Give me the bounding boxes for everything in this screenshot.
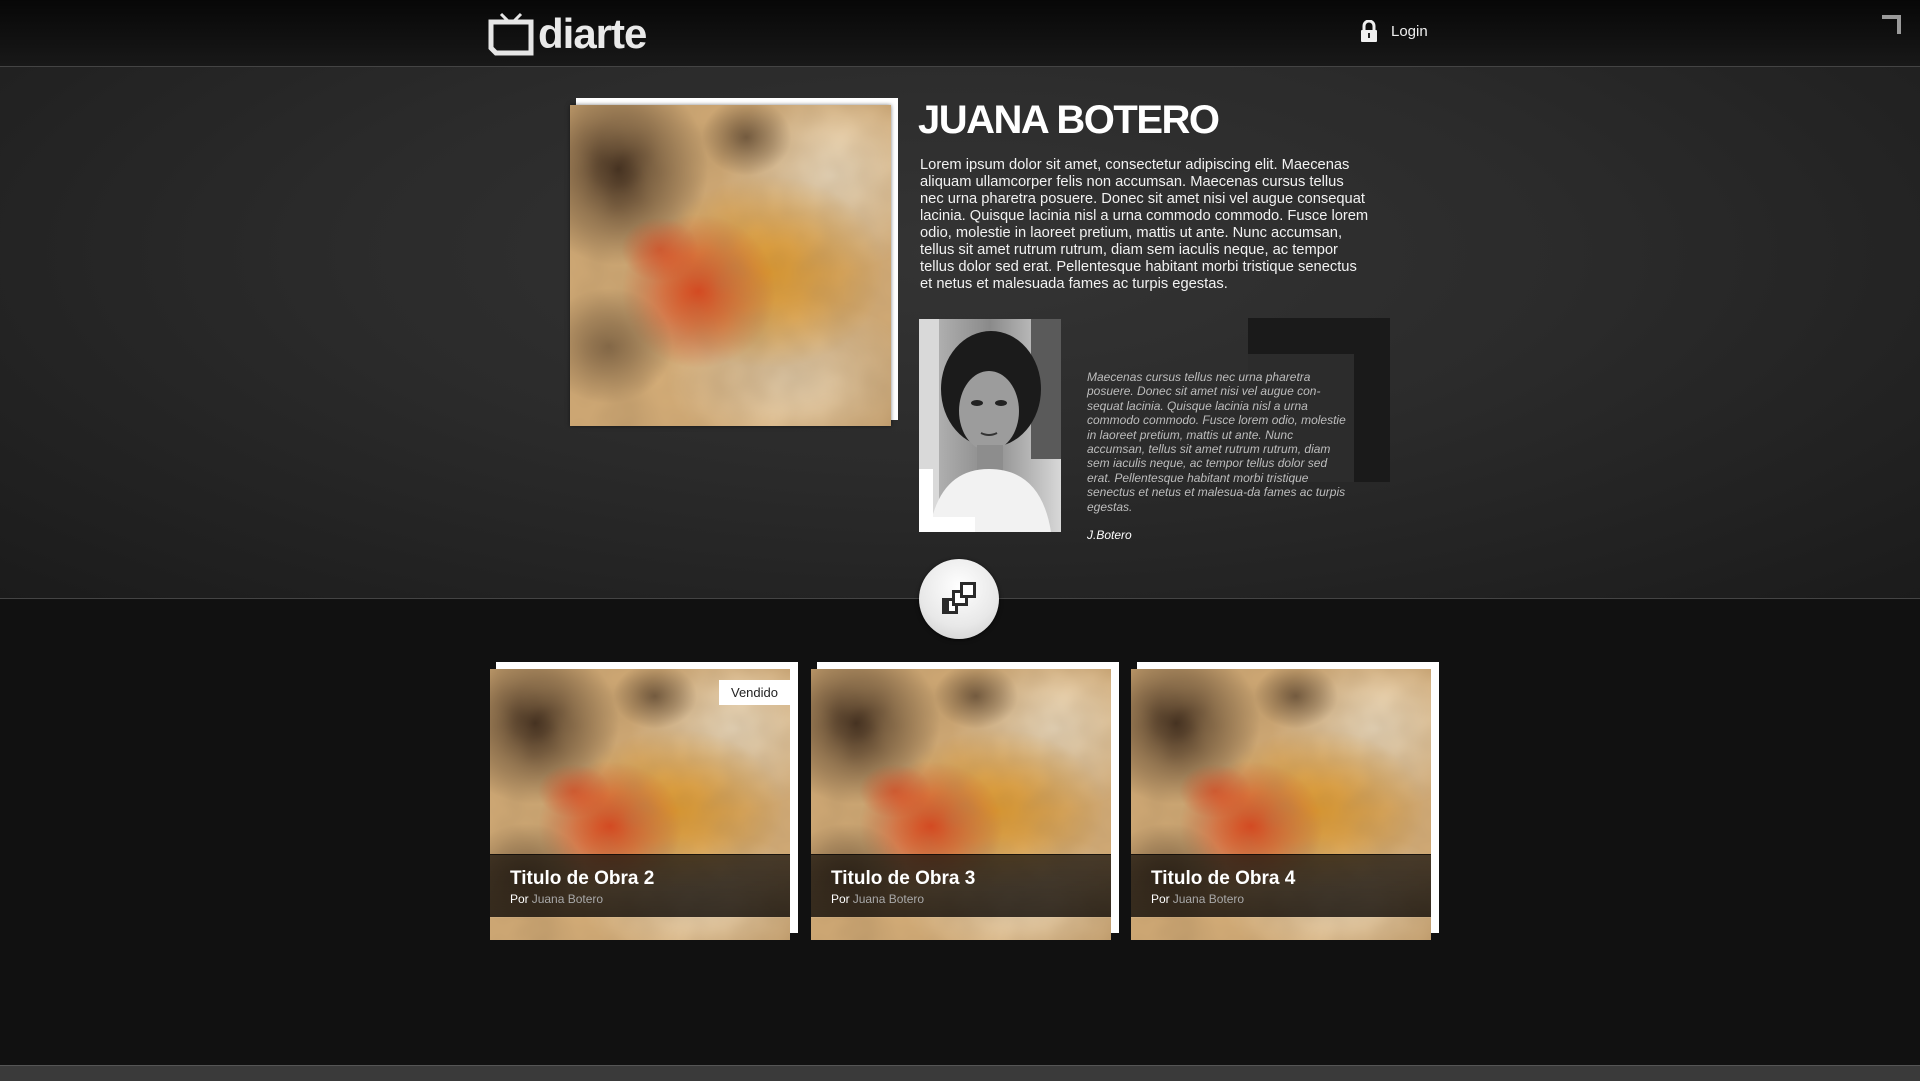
artwork-thumbnail: Titulo de Obra 4 Por Juana Botero: [1131, 669, 1431, 940]
by-label: Por: [1151, 892, 1170, 906]
artwork-author: Por Juana Botero: [510, 892, 603, 906]
login-label: Login: [1391, 22, 1428, 40]
author-link[interactable]: Juana Botero: [1173, 892, 1244, 906]
tv-icon: [488, 12, 534, 56]
gallery-button[interactable]: [919, 559, 999, 639]
artwork-card[interactable]: Titulo de Obra 2 Por Juana Botero Vendido: [490, 662, 798, 940]
featured-artwork[interactable]: [570, 105, 891, 426]
artist-bio: Lorem ipsum dolor sit amet, consectetur …: [920, 157, 1369, 292]
artwork-thumbnail: Titulo de Obra 2 Por Juana Botero Vendido: [490, 669, 790, 940]
artwork-author: Por Juana Botero: [831, 892, 924, 906]
quote-signature: J.Botero: [1087, 528, 1132, 542]
artist-name: JUANA BOTERO: [918, 98, 1220, 142]
lock-icon: [1361, 20, 1377, 42]
artwork-title: Titulo de Obra 3: [831, 868, 976, 889]
artwork-card[interactable]: Titulo de Obra 3 Por Juana Botero: [811, 662, 1119, 940]
artwork-title: Titulo de Obra 2: [510, 868, 655, 889]
gallery-icon: [942, 582, 976, 614]
card-caption: Titulo de Obra 4 Por Juana Botero: [1131, 854, 1431, 918]
artwork-thumbnail: Titulo de Obra 3 Por Juana Botero: [811, 669, 1111, 940]
login-link[interactable]: Login: [1360, 20, 1428, 42]
sold-badge: Vendido: [719, 680, 790, 705]
portrait-photo: [919, 319, 1061, 532]
by-label: Por: [831, 892, 850, 906]
artwork-author: Por Juana Botero: [1151, 892, 1244, 906]
logo[interactable]: diarte: [488, 8, 647, 60]
artist-quote: Maecenas cursus tellus nec urna pharetra…: [1087, 370, 1346, 514]
logo-text: diarte: [538, 10, 647, 57]
card-caption: Titulo de Obra 2 Por Juana Botero: [490, 854, 790, 918]
by-label: Por: [510, 892, 529, 906]
artwork-card[interactable]: Titulo de Obra 4 Por Juana Botero: [1131, 662, 1439, 940]
artist-portrait: [919, 319, 1061, 532]
author-link[interactable]: Juana Botero: [853, 892, 924, 906]
corner-bracket-icon[interactable]: [1882, 14, 1902, 34]
footer-bar: [0, 1065, 1920, 1081]
top-bar: diarte Login: [0, 0, 1920, 67]
artwork-title: Titulo de Obra 4: [1151, 868, 1296, 889]
author-link[interactable]: Juana Botero: [532, 892, 603, 906]
card-caption: Titulo de Obra 3 Por Juana Botero: [811, 854, 1111, 918]
